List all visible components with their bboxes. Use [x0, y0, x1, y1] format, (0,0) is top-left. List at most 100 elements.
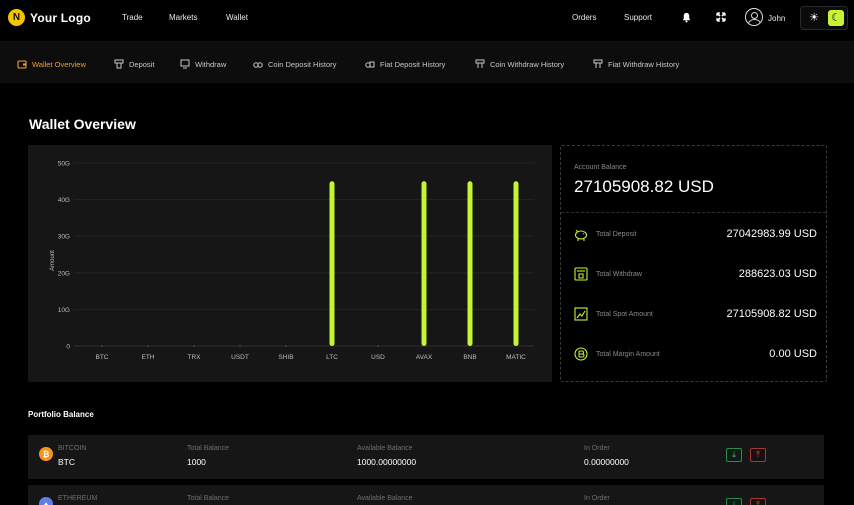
x-tick-label: AVAX	[416, 354, 433, 361]
stat-label: Total Margin Amount	[596, 351, 660, 358]
fiat-withdraw-icon	[593, 59, 603, 69]
nav-trade[interactable]: Trade	[122, 13, 143, 22]
bar	[101, 345, 103, 347]
total-balance-label: Total Balance	[187, 445, 230, 452]
wallet-icon	[17, 59, 27, 69]
tab-coin-withdraw-history[interactable]: Coin Withdraw History	[475, 58, 564, 70]
withdraw-button[interactable]: ⤒	[750, 498, 766, 505]
user-name[interactable]: John	[768, 14, 785, 23]
available-balance-label: Available Balance	[357, 495, 413, 502]
coin-name: ETHEREUM	[58, 495, 98, 502]
withdraw-button[interactable]: ⤒	[750, 448, 766, 462]
stat-label: Total Withdraw	[596, 271, 642, 278]
theme-toggle[interactable]: ☀ ☾	[800, 6, 848, 30]
download-icon: ⤓	[732, 500, 736, 505]
bar	[193, 345, 195, 347]
ethereum-icon: ♦	[39, 497, 53, 505]
y-tick-label: 10G	[58, 307, 70, 314]
y-tick-label: 20G	[58, 270, 70, 277]
user-avatar-icon[interactable]	[745, 8, 763, 26]
logo-text[interactable]: Your Logo	[30, 11, 91, 25]
tab-label: Deposit	[129, 59, 155, 69]
divider	[561, 212, 826, 213]
stat-value: 0.00 USD	[769, 348, 817, 360]
coin-name: BITCOIN	[58, 445, 87, 452]
coin-symbol: BTC	[58, 457, 75, 467]
bar	[329, 181, 335, 346]
moon-icon[interactable]: ☾	[828, 10, 844, 26]
account-balance-value: 27105908.82 USD	[574, 177, 714, 196]
tab-label: Fiat Deposit History	[380, 59, 446, 69]
tab-deposit[interactable]: Deposit	[114, 58, 154, 70]
bitcoin-icon: ₿	[39, 447, 53, 461]
tab-label: Coin Deposit History	[268, 59, 337, 69]
tab-label: Withdraw	[195, 59, 227, 69]
x-tick-label: MATIC	[506, 354, 526, 361]
stat-total-deposit: Total Deposit 27042983.99 USD	[573, 225, 817, 245]
chart-canvas: 0 10G 20G 30G 40G 50G Amount BTC ETH TRX USDT SHIB L…	[50, 161, 534, 361]
tab-label: Coin Withdraw History	[490, 59, 565, 69]
bar	[377, 345, 379, 347]
withdraw-icon	[180, 59, 190, 69]
tab-label: Wallet Overview	[32, 59, 86, 69]
stat-value: 27105908.82 USD	[726, 308, 817, 320]
piggy-bank-icon	[573, 226, 589, 242]
bar	[513, 181, 519, 346]
y-tick-label: 50G	[58, 161, 70, 168]
download-icon: ⤓	[732, 450, 736, 459]
bar	[285, 345, 287, 347]
table-row[interactable]: ₿ BITCOIN BTC Total Balance 1000 Availab…	[28, 435, 824, 479]
tab-fiat-withdraw-history[interactable]: Fiat Withdraw History	[593, 58, 679, 70]
x-tick-label: BNB	[463, 354, 476, 361]
spot-chart-icon	[573, 306, 589, 322]
account-balance-label: Account Balance	[574, 164, 627, 171]
stat-value: 288623.03 USD	[738, 268, 817, 280]
stat-total-margin-amount: Total Margin Amount 0.00 USD	[573, 345, 817, 365]
stat-label: Total Deposit	[596, 231, 637, 238]
available-balance-label: Available Balance	[357, 445, 413, 452]
account-balance-card: Account Balance 27105908.82 USD Total De…	[560, 145, 827, 382]
tab-fiat-deposit-history[interactable]: Fiat Deposit History	[365, 58, 445, 70]
margin-coin-icon	[573, 346, 589, 362]
x-tick-label: SHIB	[278, 354, 293, 361]
tab-wallet-overview[interactable]: Wallet Overview	[17, 58, 86, 70]
tab-withdraw[interactable]: Withdraw	[180, 58, 226, 70]
nav-orders[interactable]: Orders	[572, 13, 596, 22]
logo-icon[interactable]: N	[8, 9, 25, 26]
bar	[147, 345, 149, 347]
stat-total-withdraw: Total Withdraw 288623.03 USD	[573, 265, 817, 285]
x-tick-label: USDT	[231, 354, 249, 361]
bar	[239, 345, 241, 347]
upload-icon: ⤒	[756, 450, 760, 459]
y-axis-label: Amount	[50, 250, 56, 271]
y-tick-label: 30G	[58, 234, 70, 241]
asset-bar-chart: 0 10G 20G 30G 40G 50G Amount BTC ETH TRX USDT SHIB L…	[28, 145, 552, 382]
x-tick-label: TRX	[188, 354, 202, 361]
y-tick-label: 0	[66, 344, 70, 351]
x-tick-label: BTC	[96, 354, 109, 361]
portfolio-title: Portfolio Balance	[28, 410, 94, 419]
available-balance-value: 1000.00000000	[357, 457, 417, 467]
total-balance-value: 1000	[187, 457, 206, 467]
deposit-button[interactable]: ⤓	[726, 448, 742, 462]
sun-icon[interactable]: ☀	[807, 11, 821, 25]
nav-markets[interactable]: Markets	[169, 13, 197, 22]
coin-withdraw-icon	[475, 59, 485, 69]
deposit-button[interactable]: ⤓	[726, 498, 742, 505]
fullscreen-icon[interactable]	[713, 9, 729, 25]
table-row[interactable]: ♦ ETHEREUM Total Balance Available Balan…	[28, 485, 824, 505]
wallet-subnav: Wallet Overview Deposit Withdraw Coin De…	[0, 41, 854, 83]
bell-icon[interactable]	[678, 9, 694, 25]
atm-withdraw-icon	[573, 266, 589, 282]
y-tick-label: 40G	[58, 197, 70, 204]
upload-icon: ⤒	[756, 500, 760, 505]
nav-wallet[interactable]: Wallet	[226, 13, 248, 22]
nav-support[interactable]: Support	[624, 13, 652, 22]
deposit-icon	[114, 59, 124, 69]
stat-total-spot-amount: Total Spot Amount 27105908.82 USD	[573, 305, 817, 325]
page-title: Wallet Overview	[29, 116, 136, 132]
tab-coin-deposit-history[interactable]: Coin Deposit History	[253, 58, 336, 70]
stat-value: 27042983.99 USD	[726, 228, 817, 240]
tab-label: Fiat Withdraw History	[608, 59, 680, 69]
x-tick-label: ETH	[142, 354, 155, 361]
